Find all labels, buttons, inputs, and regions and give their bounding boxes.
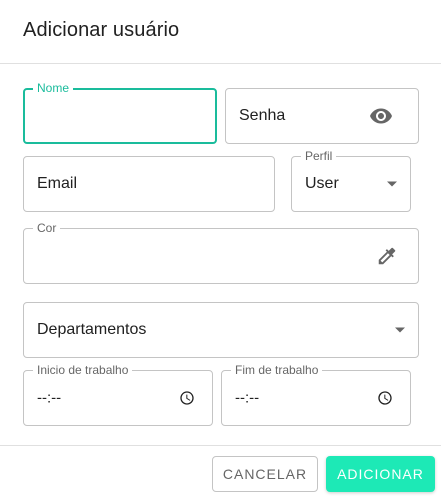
cor-field[interactable]: Cor bbox=[23, 222, 419, 284]
fim-trabalho-label: Fim de trabalho bbox=[231, 364, 323, 376]
footer-divider bbox=[0, 445, 441, 446]
cancel-button[interactable]: CANCELAR bbox=[212, 456, 318, 492]
cor-label: Cor bbox=[33, 222, 61, 234]
dropdown-arrow-icon[interactable] bbox=[395, 327, 405, 333]
inicio-trabalho-field[interactable]: Inicio de trabalho --:-- bbox=[23, 364, 213, 426]
clock-icon[interactable] bbox=[179, 390, 195, 406]
perfil-select[interactable]: Perfil User bbox=[291, 150, 411, 212]
senha-placeholder: Senha bbox=[239, 107, 286, 124]
add-button[interactable]: ADICIONAR bbox=[326, 456, 435, 492]
inicio-trabalho-input[interactable]: --:-- bbox=[37, 390, 61, 407]
clock-icon[interactable] bbox=[377, 390, 393, 406]
eye-icon[interactable] bbox=[369, 104, 393, 128]
perfil-label: Perfil bbox=[301, 150, 337, 162]
nome-field[interactable]: Nome bbox=[23, 82, 217, 144]
nome-label: Nome bbox=[33, 82, 74, 94]
departamentos-select[interactable]: Departamentos bbox=[23, 302, 419, 358]
inicio-trabalho-label: Inicio de trabalho bbox=[33, 364, 133, 376]
dropdown-arrow-icon[interactable] bbox=[387, 181, 397, 187]
header-divider bbox=[0, 63, 441, 64]
dialog-title: Adicionar usuário bbox=[23, 19, 180, 41]
perfil-selected-value: User bbox=[305, 175, 339, 192]
senha-field[interactable]: Senha bbox=[225, 88, 419, 144]
fim-trabalho-field[interactable]: Fim de trabalho --:-- bbox=[221, 364, 411, 426]
email-placeholder: Email bbox=[37, 175, 78, 192]
departamentos-placeholder: Departamentos bbox=[37, 321, 147, 338]
email-field[interactable]: Email bbox=[23, 156, 275, 212]
fim-trabalho-input[interactable]: --:-- bbox=[235, 390, 259, 407]
eyedropper-icon[interactable] bbox=[376, 245, 398, 267]
